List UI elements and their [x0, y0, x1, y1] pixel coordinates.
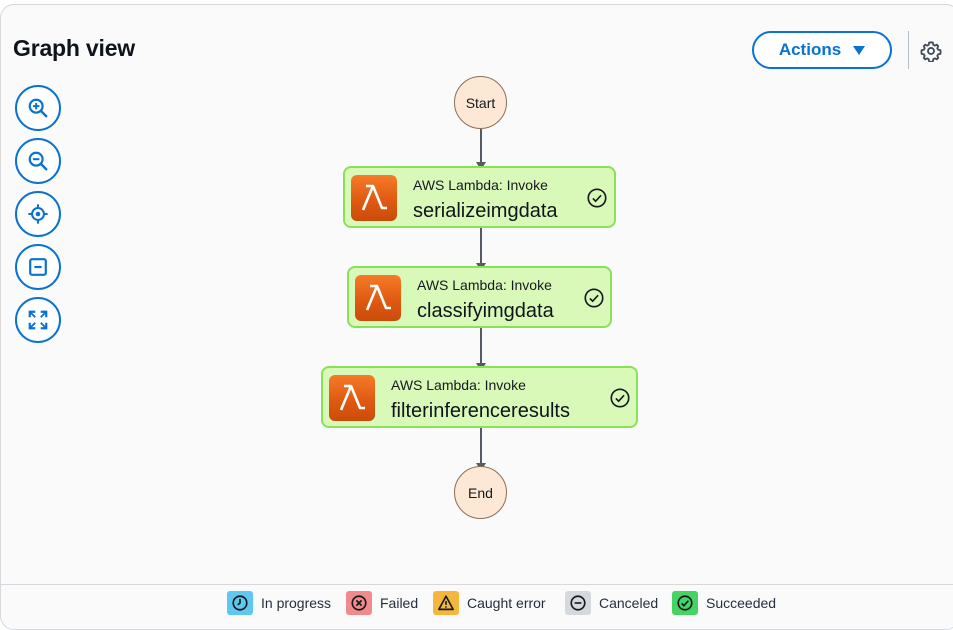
- state-type: AWS Lambda: Invoke: [417, 277, 552, 293]
- actions-button[interactable]: Actions: [752, 31, 892, 69]
- legend-caught-error: Caught error: [433, 590, 546, 616]
- state-name: filterinferenceresults: [391, 400, 570, 422]
- clock-icon: [227, 591, 253, 615]
- check-circle-icon: [584, 288, 604, 308]
- zoom-out-icon: [28, 151, 48, 171]
- warning-icon: [433, 591, 459, 615]
- start-label: Start: [465, 94, 496, 111]
- lambda-icon: [351, 175, 397, 221]
- legend-failed: Failed: [346, 590, 418, 616]
- edge-filter-to-end: [480, 428, 482, 464]
- state-node-filterinferenceresults[interactable]: AWS Lambda: Invoke filterinferenceresult…: [321, 366, 638, 428]
- state-node-serializeimgdata[interactable]: AWS Lambda: Invoke serializeimgdata: [343, 166, 616, 228]
- fit-to-screen-button[interactable]: [15, 297, 61, 343]
- legend-succeeded: Succeeded: [672, 590, 776, 616]
- edge-start-to-serialize: [480, 129, 482, 163]
- state-name: classifyimgdata: [417, 300, 554, 322]
- state-type: AWS Lambda: Invoke: [391, 377, 526, 393]
- check-circle-icon: [610, 388, 630, 408]
- zoom-out-button[interactable]: [15, 138, 61, 184]
- legend-label: Succeeded: [706, 595, 777, 611]
- center-icon: [28, 204, 48, 224]
- legend-label: Canceled: [599, 595, 659, 611]
- gear-icon[interactable]: [920, 40, 942, 62]
- page-title: Graph view: [13, 35, 135, 61]
- center-button[interactable]: [15, 191, 61, 237]
- check-circle-icon: [672, 591, 698, 615]
- legend-label: Failed: [380, 595, 419, 611]
- state-node-classifyimgdata[interactable]: AWS Lambda: Invoke classifyimgdata: [347, 266, 612, 328]
- collapse-button[interactable]: [15, 244, 61, 290]
- legend-divider: [0, 584, 953, 585]
- legend-label: Caught error: [467, 595, 546, 611]
- zoom-in-button[interactable]: [15, 85, 61, 131]
- state-name: serializeimgdata: [413, 200, 558, 222]
- lambda-icon: [355, 275, 401, 321]
- start-node[interactable]: Start: [454, 76, 507, 129]
- graph-panel: Graph view Actions Start AWS Lambda: Inv…: [0, 4, 953, 630]
- legend-label: In progress: [261, 595, 332, 611]
- check-circle-icon: [587, 188, 607, 208]
- edge-serialize-to-classify: [480, 228, 482, 264]
- caret-down-icon: [853, 45, 866, 55]
- zoom-in-icon: [28, 98, 48, 118]
- end-label: End: [468, 484, 493, 501]
- end-node[interactable]: End: [454, 466, 507, 519]
- x-circle-icon: [346, 591, 372, 615]
- toolbar-divider: [908, 31, 909, 69]
- actions-label: Actions: [778, 40, 842, 59]
- legend-canceled: Canceled: [565, 590, 658, 616]
- lambda-icon: [329, 375, 375, 421]
- edge-classify-to-filter: [480, 328, 482, 364]
- legend-in-progress: In progress: [227, 590, 331, 616]
- collapse-icon: [29, 258, 47, 276]
- minus-circle-icon: [565, 591, 591, 615]
- state-type: AWS Lambda: Invoke: [413, 177, 548, 193]
- fit-to-screen-icon: [28, 310, 48, 330]
